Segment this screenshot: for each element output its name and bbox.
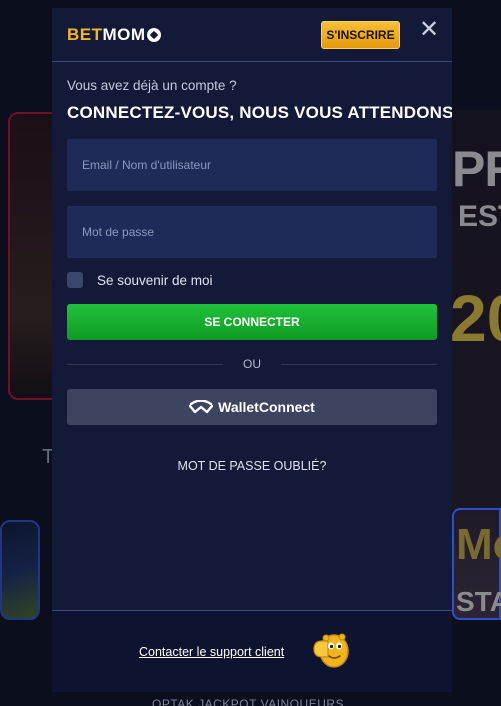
login-subtitle: Vous avez déjà un compte ? [67,78,237,93]
background-text-year: 20 [450,281,501,355]
email-input[interactable] [67,139,437,191]
remember-me-checkbox[interactable] [67,272,83,288]
remember-me-row[interactable]: Se souvenir de moi [67,272,213,288]
modal-header: BET MOM S'INSCRIRE ✕ [52,8,452,62]
remember-me-label: Se souvenir de moi [97,272,213,288]
email-field-container [67,139,437,191]
login-button[interactable]: SE CONNECTER [67,304,437,340]
walletconnect-icon [189,400,214,414]
background-footer-text: OPTAK JACKPOT VAINQUEURS [152,697,345,706]
logo-text-mom: MOM [102,25,146,44]
password-input[interactable] [67,206,437,258]
login-modal: BET MOM S'INSCRIRE ✕ Vous avez déjà un co… [52,8,452,692]
background-text-sta: STA [456,586,501,617]
betmomo-logo: BET MOM [67,25,161,45]
divider-line-right [281,363,437,365]
divider-line-left [67,363,223,365]
walletconnect-label: WalletConnect [218,399,315,415]
signup-button[interactable]: S'INSCRIRE [321,21,400,49]
support-link[interactable]: Contacter le support client [139,645,284,659]
background-text-est: EST [458,200,501,233]
background-text-mo: Mo [456,520,501,569]
password-field-container [67,206,437,258]
close-icon[interactable]: ✕ [418,18,440,42]
walletconnect-button[interactable]: WalletConnect [67,389,437,425]
logo-text-bet: BET [67,25,103,44]
login-title: CONNECTEZ-VOUS, NOUS VOUS ATTENDONS [67,103,452,122]
background-text-pr: PR [452,141,501,197]
divider-label: OU [243,357,261,371]
background-card-left-bottom [0,520,40,620]
or-divider: OU [67,354,437,374]
support-mascot-icon[interactable] [310,629,354,673]
modal-footer: Contacter le support client [52,610,452,692]
soccer-ball-icon [146,28,161,42]
forgot-password-link[interactable]: MOT DE PASSE OUBLIÉ? [52,459,452,473]
